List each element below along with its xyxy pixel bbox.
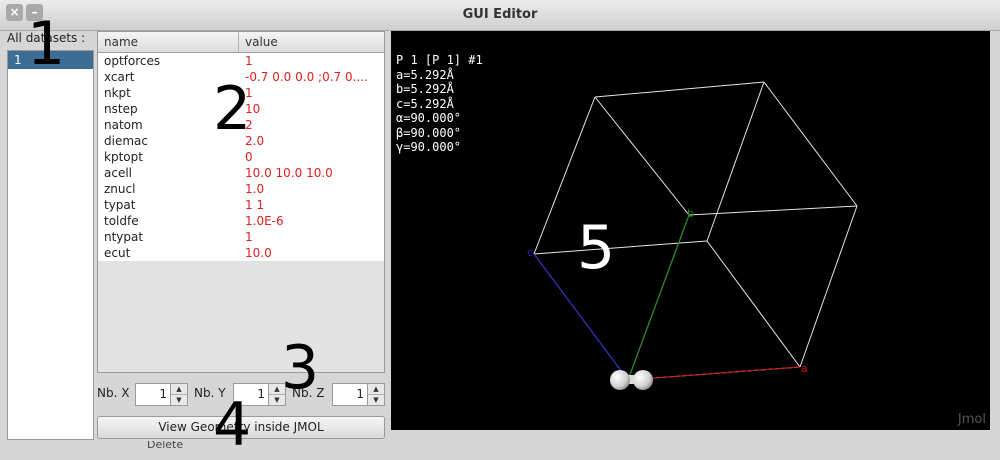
table-row[interactable]: toldfe 1.0E-6: [98, 213, 384, 229]
nb-x-spinner[interactable]: 1 ▲ ▼: [135, 383, 188, 406]
cell-edge: [533, 240, 708, 255]
cell-edge: [688, 205, 858, 216]
cell-edge: [706, 81, 765, 242]
table-row[interactable]: ntypat 1: [98, 229, 384, 245]
parameter-value[interactable]: -0.7 0.0 0.0 ;0.7 0....: [245, 69, 384, 85]
atom: [610, 370, 630, 390]
nb-x-stepper: ▲ ▼: [170, 384, 187, 405]
jmol-watermark: Jmol: [957, 412, 986, 427]
axis-a-line: [627, 366, 801, 381]
spin-down-icon[interactable]: ▼: [171, 395, 187, 405]
marker-2: 2: [213, 74, 252, 144]
parameter-value[interactable]: 1: [245, 85, 384, 101]
cell-edge: [594, 96, 690, 216]
jmol-viewer[interactable]: P 1 [P 1] #1 a=5.292Å b=5.292Å c=5.292Å …: [391, 31, 990, 430]
parameter-name[interactable]: kptopt: [98, 149, 245, 165]
spin-down-icon[interactable]: ▼: [368, 395, 384, 405]
marker-1: 1: [27, 9, 66, 79]
parameter-value[interactable]: 1: [245, 229, 384, 245]
unit-cell-scene: a b c: [527, 81, 858, 390]
parameter-name[interactable]: znucl: [98, 181, 245, 197]
parameter-name[interactable]: ntypat: [98, 229, 245, 245]
parameter-value[interactable]: 1 1: [245, 197, 384, 213]
table-row[interactable]: acell 10.0 10.0 10.0: [98, 165, 384, 181]
nb-x-label: Nb. X: [97, 386, 130, 400]
title-bar: × – GUI Editor: [0, 0, 1000, 31]
cell-edge: [594, 81, 765, 98]
atom: [633, 370, 653, 390]
axis-c-label: c: [527, 246, 533, 259]
spin-up-icon[interactable]: ▲: [171, 384, 187, 395]
parameter-name[interactable]: ecut: [98, 245, 245, 261]
parameter-name[interactable]: optforces: [98, 53, 245, 69]
parameter-value[interactable]: 10.0: [245, 245, 384, 261]
axis-b-label: b: [687, 207, 694, 220]
nb-z-value[interactable]: 1: [356, 387, 364, 401]
table-row[interactable]: znucl 1.0: [98, 181, 384, 197]
parameter-value[interactable]: 1: [245, 53, 384, 69]
parameter-name[interactable]: acell: [98, 165, 245, 181]
table-header: name value: [98, 32, 384, 53]
table-row[interactable]: kptopt 0: [98, 149, 384, 165]
delete-label: Delete: [147, 441, 184, 450]
parameter-value[interactable]: 10.0 10.0 10.0: [245, 165, 384, 181]
column-header-name[interactable]: name: [98, 32, 239, 52]
cell-edge: [706, 240, 801, 368]
axis-a-label: a: [801, 362, 808, 375]
nb-x-value[interactable]: 1: [159, 387, 167, 401]
table-row[interactable]: typat 1 1: [98, 197, 384, 213]
spin-up-icon[interactable]: ▲: [368, 384, 384, 395]
parameter-value[interactable]: 1.0E-6: [245, 213, 384, 229]
marker-3: 3: [281, 333, 320, 403]
nb-y-value[interactable]: 1: [257, 387, 265, 401]
parameter-name[interactable]: typat: [98, 197, 245, 213]
nb-z-stepper: ▲ ▼: [367, 384, 384, 405]
marker-4: 4: [213, 390, 252, 460]
axis-b-line: [627, 214, 690, 381]
parameter-value[interactable]: 2: [245, 117, 384, 133]
window-title: GUI Editor: [462, 7, 538, 22]
parameter-value[interactable]: 2.0: [245, 133, 384, 149]
datasets-list[interactable]: 1: [7, 50, 94, 440]
cell-edge: [763, 81, 858, 207]
nb-z-spinner[interactable]: 1 ▲ ▼: [332, 383, 385, 406]
cell-edge: [799, 205, 858, 368]
parameter-value[interactable]: 1.0: [245, 181, 384, 197]
table-row[interactable]: ecut 10.0: [98, 245, 384, 261]
table-row[interactable]: optforces 1: [98, 53, 384, 69]
parameter-name[interactable]: toldfe: [98, 213, 245, 229]
column-header-value[interactable]: value: [239, 32, 384, 52]
parameter-value[interactable]: 10: [245, 101, 384, 117]
parameter-value[interactable]: 0: [245, 149, 384, 165]
marker-5: 5: [577, 213, 616, 283]
